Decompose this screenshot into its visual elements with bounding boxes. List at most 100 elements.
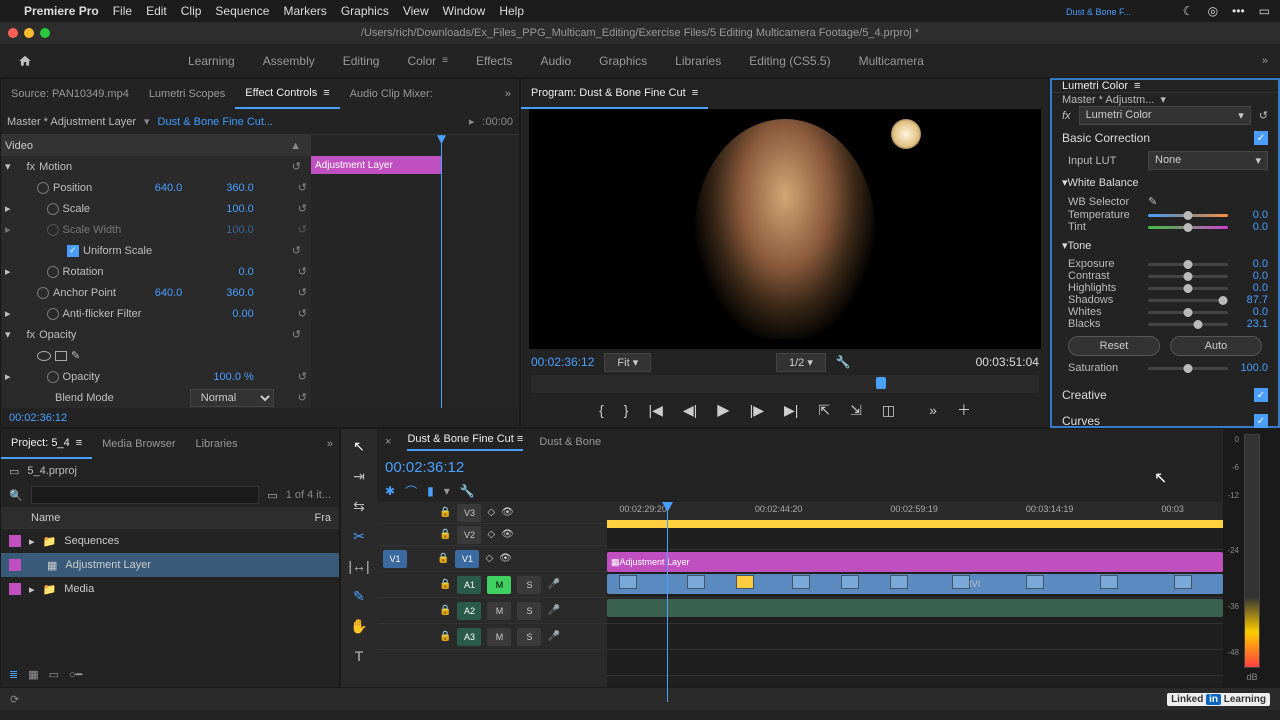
menu-sequence[interactable]: Sequence xyxy=(215,4,269,18)
step-fwd-button[interactable]: |▶ xyxy=(746,402,768,419)
ec-blend-mode[interactable]: Blend ModeNormal↺ xyxy=(1,387,311,408)
program-video[interactable] xyxy=(529,109,1041,349)
menu-graphics[interactable]: Graphics xyxy=(341,4,389,18)
eyedropper-icon[interactable]: ✎ xyxy=(1148,195,1162,209)
app-name[interactable]: Premiere Pro xyxy=(24,4,99,18)
toggle-output-icon[interactable]: ◇ xyxy=(485,553,493,564)
workspace-multicamera[interactable]: Multicamera xyxy=(859,54,924,68)
saturation-slider[interactable] xyxy=(1148,367,1228,370)
reset-button[interactable]: Reset xyxy=(1068,336,1160,356)
more-icon[interactable]: ••• xyxy=(1232,4,1245,18)
workspace-audio[interactable]: Audio xyxy=(540,54,571,68)
tint-value[interactable]: 0.0 xyxy=(1234,221,1268,233)
razor-tool[interactable]: ✂ xyxy=(353,525,365,547)
hand-tool[interactable]: ✋ xyxy=(350,615,367,637)
source-patch-v1[interactable]: V1 xyxy=(383,550,407,568)
type-tool[interactable]: T xyxy=(355,645,364,667)
close-window-button[interactable] xyxy=(8,28,18,38)
toggle-output-icon[interactable]: ◇ xyxy=(487,507,495,518)
temperature-value[interactable]: 0.0 xyxy=(1234,209,1268,221)
pen-tool[interactable]: ✎ xyxy=(353,585,365,607)
shadows-slider[interactable] xyxy=(1148,299,1228,302)
workspace-libraries[interactable]: Libraries xyxy=(675,54,721,68)
tab-sequence-dust-bone[interactable]: Dust & Bone xyxy=(539,436,601,448)
highlights-slider[interactable] xyxy=(1148,287,1228,290)
wrench-icon[interactable]: 🔧 xyxy=(460,484,475,498)
mute-a3[interactable]: M xyxy=(487,628,511,646)
whites-value[interactable]: 0.0 xyxy=(1234,306,1268,318)
timeline-playhead[interactable] xyxy=(667,502,668,702)
eye-icon[interactable]: 👁 xyxy=(501,507,514,518)
track-v1[interactable]: V1 xyxy=(455,550,479,568)
lift-button[interactable]: ⇱ xyxy=(814,402,834,419)
voice-icon[interactable]: 🎤 xyxy=(547,579,559,590)
blend-mode-select[interactable]: Normal xyxy=(190,389,274,407)
tab-program[interactable]: Program: Dust & Bone Fine Cut ≡ xyxy=(521,79,708,109)
track-v2-lane[interactable]: ▦ Adjustment Layer xyxy=(607,550,1223,572)
program-fit-select[interactable]: Fit ▾ xyxy=(604,353,651,372)
ec-opacity-section[interactable]: ▾fxOpacity↺ xyxy=(1,324,311,345)
ec-playhead[interactable] xyxy=(441,135,442,408)
selection-tool[interactable]: ↖ xyxy=(353,435,365,457)
white-balance-header[interactable]: White Balance xyxy=(1068,177,1139,189)
lock-icon[interactable]: 🔒 xyxy=(439,529,451,540)
ripple-edit-tool[interactable]: ⇆ xyxy=(353,495,365,517)
menu-help[interactable]: Help xyxy=(499,4,524,18)
play-button[interactable]: ▶ xyxy=(713,400,733,420)
stopwatch-icon[interactable] xyxy=(37,182,49,194)
ec-timecode[interactable]: 00:02:36:12 xyxy=(1,408,519,427)
zoom-slider[interactable]: ○━ xyxy=(69,668,82,681)
project-item-sequences[interactable]: ▸📁Sequences xyxy=(1,529,339,553)
workspace-overflow-button[interactable]: » xyxy=(1262,55,1268,67)
stopwatch-icon[interactable] xyxy=(37,287,49,299)
highlights-value[interactable]: 0.0 xyxy=(1234,282,1268,294)
workspace-editing-cs55[interactable]: Editing (CS5.5) xyxy=(749,54,830,68)
lock-icon[interactable]: 🔒 xyxy=(439,631,451,642)
workspace-assembly[interactable]: Assembly xyxy=(263,54,315,68)
shadows-value[interactable]: 87.7 xyxy=(1234,294,1268,306)
tone-header[interactable]: Tone xyxy=(1068,240,1092,252)
timeline-timecode[interactable]: 00:02:36:12 xyxy=(377,455,472,480)
ec-play-icon[interactable]: ▸ xyxy=(469,115,475,128)
curves-header[interactable]: Curves xyxy=(1062,414,1100,428)
new-bin-icon[interactable]: ▭ xyxy=(267,489,277,502)
timeline-workarea[interactable] xyxy=(607,520,1223,528)
menu-markers[interactable]: Markers xyxy=(283,4,326,18)
tab-project[interactable]: Project: 5_4 ≡ xyxy=(1,429,92,459)
project-item-adjustment-layer[interactable]: ▦Adjustment Layer xyxy=(1,553,339,577)
track-select-tool[interactable]: ⇥ xyxy=(353,465,365,487)
snap-icon[interactable]: ✱ xyxy=(385,484,395,498)
ec-antiflicker[interactable]: ▸Anti-flicker Filter0.00↺ xyxy=(1,303,311,324)
ec-anchor[interactable]: Anchor Point640.0360.0↺ xyxy=(1,282,311,303)
voice-icon[interactable]: 🎤 xyxy=(547,605,559,616)
reset-icon[interactable]: ↺ xyxy=(1259,109,1268,122)
track-v3[interactable]: V3 xyxy=(457,504,481,522)
eye-icon[interactable]: 👁 xyxy=(499,553,512,564)
workspace-graphics[interactable]: Graphics xyxy=(599,54,647,68)
ec-scale-width[interactable]: ▸Scale Width100.0↺ xyxy=(1,219,311,240)
tab-libraries[interactable]: Libraries xyxy=(185,429,247,459)
close-seq-icon[interactable]: × xyxy=(385,436,391,448)
blacks-value[interactable]: 23.1 xyxy=(1234,318,1268,330)
tab-lumetri-scopes[interactable]: Lumetri Scopes xyxy=(139,79,235,109)
track-a3[interactable]: A3 xyxy=(457,628,481,646)
stopwatch-icon[interactable] xyxy=(47,371,59,383)
workspace-editing[interactable]: Editing xyxy=(343,54,380,68)
checkbox-icon[interactable]: ✓ xyxy=(67,245,79,257)
tab-sequence-fine-cut[interactable]: Dust & Bone Fine Cut ≡ xyxy=(407,433,523,451)
menu-edit[interactable]: Edit xyxy=(146,4,167,18)
tabs-overflow[interactable]: » xyxy=(497,88,519,100)
ec-clip-bar[interactable]: Adjustment Layer xyxy=(311,156,441,174)
contrast-value[interactable]: 0.0 xyxy=(1234,270,1268,282)
scrub-marker[interactable] xyxy=(876,377,886,389)
track-a1-lane[interactable] xyxy=(607,598,1223,624)
tint-slider[interactable] xyxy=(1148,226,1228,229)
track-v1-lane[interactable]: MVI xyxy=(607,572,1223,598)
program-timecode[interactable]: 00:02:36:12 xyxy=(531,355,594,369)
solo-a2[interactable]: S xyxy=(517,602,541,620)
list-view-icon[interactable]: ≣ xyxy=(9,668,18,681)
lock-icon[interactable]: 🔒 xyxy=(439,605,451,616)
mute-a1[interactable]: M xyxy=(487,576,511,594)
tab-effect-controls[interactable]: Effect Controls ≡ xyxy=(235,79,339,109)
transport-overflow[interactable]: » xyxy=(925,402,941,418)
